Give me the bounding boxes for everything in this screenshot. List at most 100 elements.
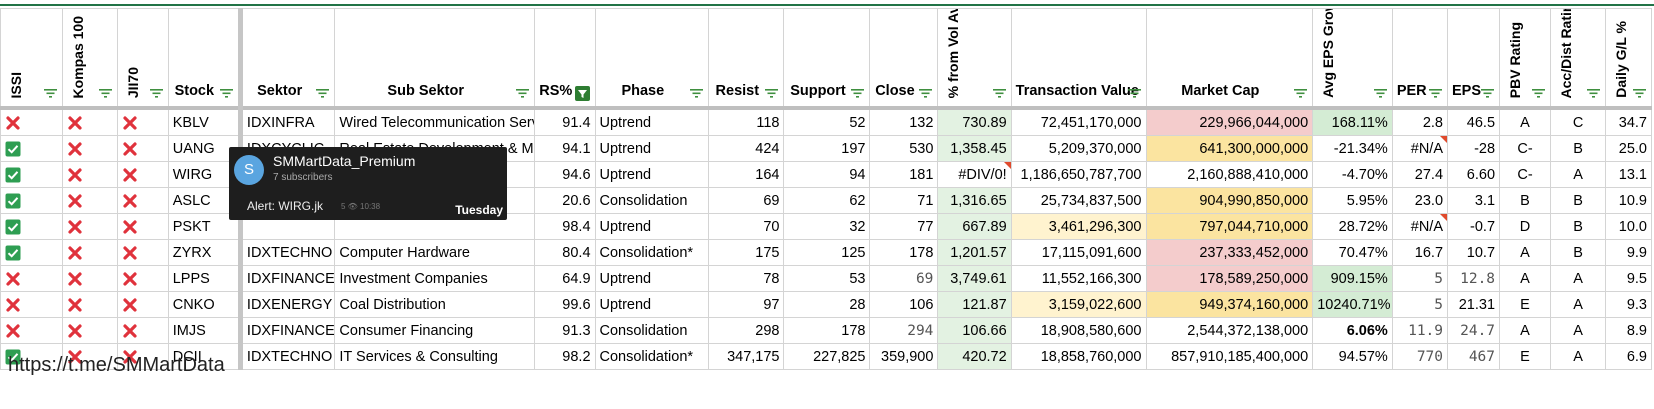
cell-stock[interactable]: CNKO (167, 291, 241, 318)
filter-icon[interactable] (1429, 89, 1443, 98)
cell-stock[interactable]: IMJS (167, 317, 241, 344)
cell-eps_g[interactable]: 28.72% (1312, 213, 1393, 240)
cell-mcap[interactable]: 237,333,452,000 (1145, 239, 1314, 266)
filter-icon[interactable] (851, 89, 865, 98)
cell-issi[interactable] (0, 106, 63, 136)
col-header-sektor[interactable]: Sektor (237, 8, 336, 109)
cell-mcap[interactable]: 2,544,372,138,000 (1145, 317, 1314, 344)
cell-mcap[interactable]: 178,589,250,000 (1145, 265, 1314, 292)
cell-phase[interactable]: Uptrend (594, 265, 710, 292)
cell-pbv[interactable]: A (1499, 317, 1551, 344)
cell-stock[interactable]: LPPS (167, 265, 241, 292)
cell-issi[interactable] (0, 187, 63, 214)
cell-acc[interactable]: A (1549, 161, 1607, 188)
cell-eps[interactable]: 3.1 (1447, 187, 1501, 214)
cell-mcap[interactable]: 797,044,710,000 (1145, 213, 1314, 240)
cell-per[interactable]: 770 (1391, 343, 1449, 370)
cell-close[interactable]: 132 (869, 106, 939, 136)
col-header-jii70[interactable]: JII70 (116, 8, 169, 109)
cell-close[interactable]: 71 (869, 187, 939, 214)
cell-gl[interactable]: 34.7 (1605, 106, 1652, 136)
filter-icon[interactable] (1294, 89, 1308, 98)
col-header-support[interactable]: Support (783, 8, 871, 109)
cell-mcap[interactable]: 857,910,185,400,000 (1145, 343, 1314, 370)
cell-tv[interactable]: 18,908,580,600 (1010, 317, 1147, 344)
footer-link[interactable]: https://t.me/SMMartData (8, 354, 225, 377)
cell-stock[interactable]: KBLV (167, 106, 241, 136)
cell-mcap[interactable]: 641,300,000,000 (1145, 135, 1314, 162)
cell-acc[interactable]: B (1549, 187, 1607, 214)
cell-jii[interactable] (116, 213, 169, 240)
cell-tv[interactable]: 25,734,837,500 (1010, 187, 1147, 214)
cell-eps_g[interactable]: 909.15% (1312, 265, 1393, 292)
cell-support[interactable]: 125 (783, 239, 871, 266)
cell-rs[interactable]: 98.4 (534, 213, 596, 240)
col-header-eps[interactable]: EPS (1447, 8, 1501, 109)
cell-support[interactable]: 28 (783, 291, 871, 318)
cell-close[interactable]: 178 (869, 239, 939, 266)
cell-issi[interactable] (0, 291, 63, 318)
cell-eps_g[interactable]: -21.34% (1312, 135, 1393, 162)
cell-phase[interactable]: Consolidation* (594, 343, 710, 370)
cell-support[interactable]: 178 (783, 317, 871, 344)
col-header-daily-g-l[interactable]: Daily G/L % (1605, 8, 1652, 109)
cell-vol[interactable]: 3,749.61 (937, 265, 1012, 292)
cell-jii[interactable] (116, 317, 169, 344)
cell-close[interactable]: 530 (869, 135, 939, 162)
cell-sektor[interactable]: IDXTECHNO (237, 343, 336, 370)
cell-sub[interactable]: Computer Hardware (334, 239, 535, 266)
cell-sub[interactable]: Coal Distribution (334, 291, 535, 318)
col-header-per[interactable]: PER (1391, 8, 1449, 109)
filter-icon[interactable] (1587, 89, 1601, 98)
cell-issi[interactable] (0, 239, 63, 266)
cell-acc[interactable]: B (1549, 213, 1607, 240)
cell-issi[interactable] (0, 213, 63, 240)
cell-close[interactable]: 181 (869, 161, 939, 188)
cell-jii[interactable] (116, 106, 169, 136)
cell-issi[interactable] (0, 265, 63, 292)
filter-icon[interactable] (1633, 89, 1646, 98)
cell-support[interactable]: 52 (783, 106, 871, 136)
cell-eps[interactable]: 6.60 (1447, 161, 1501, 188)
cell-phase[interactable]: Uptrend (594, 213, 710, 240)
cell-per[interactable]: 27.4 (1391, 161, 1449, 188)
cell-pbv[interactable]: A (1499, 265, 1551, 292)
telegram-notification[interactable]: S SMMartData_Premium 7 subscribers Alert… (229, 147, 507, 220)
cell-rs[interactable]: 91.3 (534, 317, 596, 344)
cell-per[interactable]: 23.0 (1391, 187, 1449, 214)
cell-kompas[interactable] (61, 213, 118, 240)
col-header-issi[interactable]: ISSI (0, 8, 63, 109)
cell-jii[interactable] (116, 239, 169, 266)
cell-pbv[interactable]: E (1499, 343, 1551, 370)
cell-vol[interactable]: 667.89 (937, 213, 1012, 240)
filter-icon[interactable] (43, 89, 57, 98)
cell-tv[interactable]: 3,159,022,600 (1010, 291, 1147, 318)
cell-resist[interactable]: 424 (708, 135, 785, 162)
cell-tv[interactable]: 5,209,370,000 (1010, 135, 1147, 162)
cell-kompas[interactable] (61, 135, 118, 162)
cell-acc[interactable]: A (1549, 317, 1607, 344)
cell-tv[interactable]: 3,461,296,300 (1010, 213, 1147, 240)
cell-tv[interactable]: 18,858,760,000 (1010, 343, 1147, 370)
cell-close[interactable]: 359,900 (869, 343, 939, 370)
cell-sektor[interactable]: IDXFINANCE (237, 265, 336, 292)
filter-icon[interactable] (992, 89, 1006, 98)
cell-pbv[interactable]: C- (1499, 135, 1551, 162)
cell-support[interactable]: 62 (783, 187, 871, 214)
cell-phase[interactable]: Uptrend (594, 135, 710, 162)
cell-rs[interactable]: 98.2 (534, 343, 596, 370)
cell-eps_g[interactable]: 168.11% (1312, 106, 1393, 136)
cell-resist[interactable]: 70 (708, 213, 785, 240)
col-header-avg-eps-growth-q-yoy[interactable]: Avg EPS Growth Q (YoY) (1312, 8, 1393, 109)
cell-tv[interactable]: 1,186,650,787,700 (1010, 161, 1147, 188)
cell-sub[interactable]: Consumer Financing (334, 317, 535, 344)
cell-kompas[interactable] (61, 187, 118, 214)
col-header-stock[interactable]: Stock (167, 8, 241, 109)
cell-tv[interactable]: 17,115,091,600 (1010, 239, 1147, 266)
cell-gl[interactable]: 9.5 (1605, 265, 1652, 292)
cell-eps_g[interactable]: -4.70% (1312, 161, 1393, 188)
cell-per[interactable]: 16.7 (1391, 239, 1449, 266)
cell-vol[interactable]: #DIV/0! (937, 161, 1012, 188)
cell-eps[interactable]: -0.7 (1447, 213, 1501, 240)
cell-rs[interactable]: 99.6 (534, 291, 596, 318)
